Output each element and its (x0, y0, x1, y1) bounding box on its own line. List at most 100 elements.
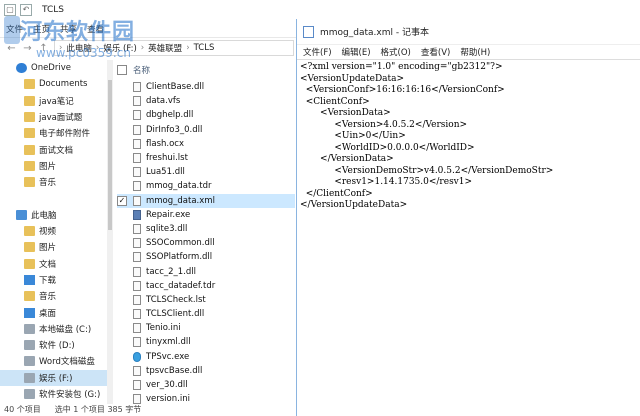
breadcrumb-separator-icon: › (140, 43, 145, 53)
sidebar-item[interactable]: 下载 (0, 272, 107, 288)
file-name: TCLSCheck.lst (146, 294, 206, 305)
file-name: dbghelp.dll (146, 110, 194, 121)
file-row[interactable]: ClientBase.dll (117, 80, 295, 94)
file-row[interactable]: TCLSClient.dll (117, 307, 295, 321)
menu-edit[interactable]: 编辑(E) (342, 46, 371, 58)
column-header-name[interactable]: 名称 (133, 64, 150, 76)
scrollbar-thumb[interactable] (108, 80, 112, 230)
sidebar-item[interactable]: OneDrive (0, 60, 107, 76)
file-row[interactable]: tacc_datadef.tdr (117, 279, 295, 293)
file-row[interactable]: tinyxml.dll (117, 335, 295, 349)
file-row[interactable]: tacc_2_1.dll (117, 264, 295, 278)
application-icon (133, 351, 141, 362)
cloud-icon (16, 63, 27, 74)
sidebar-item[interactable]: 桌面 (0, 304, 107, 320)
folder-icon (24, 242, 35, 253)
column-header-row: 名称 (117, 62, 295, 78)
sidebar-item-label: 软件安装包 (G:) (39, 390, 101, 401)
drive-icon (24, 323, 35, 334)
sidebar-item[interactable]: 软件安装包 (G:) (0, 386, 107, 402)
sidebar-item-label: 娱乐 (F:) (39, 373, 73, 384)
back-arrow-icon[interactable]: ← (6, 43, 17, 54)
file-icon (133, 394, 141, 405)
sidebar-item (0, 190, 107, 206)
file-icon (133, 223, 141, 234)
file-icon (133, 323, 141, 334)
sidebar-item[interactable]: Word文档磁盘 (0, 353, 107, 369)
computer-icon (16, 209, 27, 220)
file-row[interactable]: flash.ocx (117, 137, 295, 151)
sidebar-item-label: 此电脑 (31, 210, 57, 221)
file-row[interactable]: TPSvc.exe (117, 350, 295, 364)
file-name: TPSvc.exe (146, 351, 190, 362)
file-name: Lua51.dll (146, 167, 185, 178)
sidebar-item-label: 下载 (39, 276, 57, 286)
file-name: TCLSClient.dll (146, 309, 205, 320)
notepad-title-bar: mmog_data.xml - 记事本 (297, 19, 640, 45)
sidebar-item[interactable]: java面试题 (0, 109, 107, 125)
sidebar-item[interactable]: 图片 (0, 239, 107, 255)
file-row[interactable]: dbghelp.dll (117, 108, 295, 122)
sidebar-item[interactable]: 本地磁盘 (C:) (0, 321, 107, 337)
navigation-pane: OneDrive Documents java笔记 java面试题 电子邮件附件面试文档… (0, 60, 107, 404)
sidebar-item[interactable]: 面试文档 (0, 141, 107, 157)
breadcrumb-lol[interactable]: 英雄联盟 (148, 42, 182, 54)
file-row[interactable]: Lua51.dll (117, 165, 295, 179)
breadcrumb-separator-icon: › (186, 43, 190, 53)
file-name: tacc_datadef.tdr (146, 280, 216, 291)
file-row[interactable]: Repair.exe (117, 208, 295, 222)
select-all-checkbox[interactable] (117, 65, 127, 75)
sidebar-item[interactable]: 电子邮件附件 (0, 125, 107, 141)
folder-icon (24, 128, 35, 139)
folder-icon (24, 79, 35, 90)
file-name: tinyxml.dll (146, 337, 191, 348)
sidebar-item[interactable]: java笔记 (0, 93, 107, 109)
file-row[interactable]: ver_30.dll (117, 378, 295, 392)
file-name: freshui.lst (146, 153, 188, 164)
sidebar-item[interactable]: 软件 (D:) (0, 337, 107, 353)
quick-access-icon[interactable]: ▢ (4, 4, 16, 16)
sidebar-item[interactable]: 音乐 (0, 174, 107, 190)
file-row[interactable]: data.vfs (117, 94, 295, 108)
row-checkbox[interactable]: ✓ (117, 195, 127, 206)
file-row[interactable]: ✓ mmog_data.xml (117, 193, 295, 208)
file-name: ver_30.dll (146, 380, 188, 391)
drive-icon (24, 356, 35, 367)
sidebar-item-label: java笔记 (39, 96, 74, 107)
file-name: SSOPlatform.dll (146, 252, 213, 263)
menu-format[interactable]: 格式(O) (381, 46, 411, 58)
sidebar-item[interactable]: 此电脑 (0, 207, 107, 223)
menu-file[interactable]: 文件(F) (303, 46, 332, 58)
file-row[interactable]: tpsvcBase.dll (117, 364, 295, 378)
sidebar-item-label: 面试文档 (39, 145, 74, 156)
menu-help[interactable]: 帮助(H) (460, 46, 490, 58)
sidebar-item[interactable]: 图片 (0, 158, 107, 174)
menu-view[interactable]: 查看(V) (421, 46, 450, 58)
file-row[interactable]: Tenio.ini (117, 321, 295, 335)
file-row[interactable]: sqlite3.dll (117, 222, 295, 236)
file-row[interactable]: DirInfo3_0.dll (117, 123, 295, 137)
file-row[interactable]: SSOCommon.dll (117, 236, 295, 250)
file-name: tacc_2_1.dll (146, 266, 197, 277)
file-icon (133, 181, 141, 192)
file-row[interactable]: SSOPlatform.dll (117, 250, 295, 264)
file-row[interactable]: freshui.lst (117, 151, 295, 165)
file-icon (133, 167, 141, 178)
sidebar-item[interactable]: Documents (0, 76, 107, 92)
notepad-menu-bar: 文件(F) 编辑(E) 格式(O) 查看(V) 帮助(H) (297, 45, 640, 60)
folder-icon (24, 291, 35, 302)
watermark-logo-icon (4, 16, 20, 44)
sidebar-item[interactable]: 视频 (0, 223, 107, 239)
sidebar-item[interactable]: 音乐 (0, 288, 107, 304)
file-row[interactable]: TCLSCheck.lst (117, 293, 295, 307)
sidebar-item[interactable]: 娱乐 (F:) (0, 369, 107, 386)
file-row[interactable]: mmog_data.tdr (117, 179, 295, 193)
folder-icon (24, 144, 35, 155)
notepad-text-area[interactable]: <?xml version="1.0" encoding="gb2312"?> … (297, 60, 640, 214)
navigation-scrollbar[interactable] (107, 60, 113, 404)
file-icon (133, 110, 141, 121)
folder-icon (24, 307, 35, 318)
breadcrumb-tcls[interactable]: TCLS (194, 43, 215, 53)
sidebar-item[interactable]: 文档 (0, 256, 107, 272)
sidebar-item-label: 音乐 (39, 292, 57, 303)
